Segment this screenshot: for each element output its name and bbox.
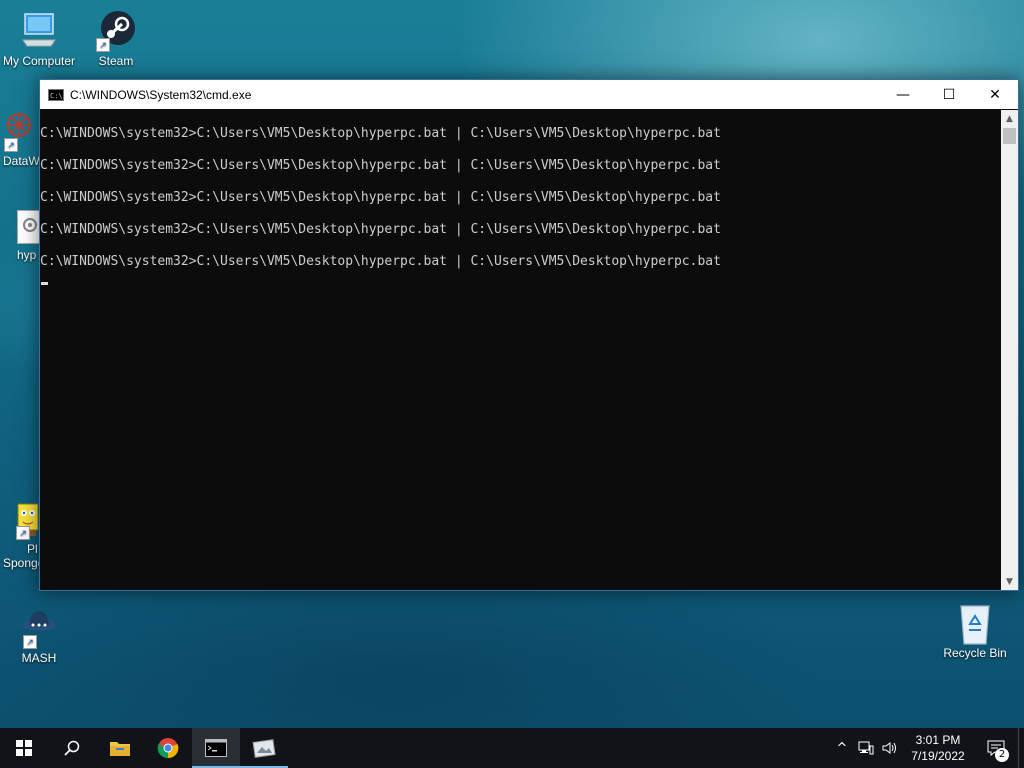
notification-badge: 2 bbox=[995, 748, 1009, 762]
shortcut-arrow-icon: ↗ bbox=[96, 38, 110, 52]
desktop-icon-label: DataW bbox=[3, 154, 40, 168]
desktop-icon-datawatch[interactable]: ↗ DataW bbox=[0, 110, 40, 168]
taskbar-chrome[interactable] bbox=[144, 728, 192, 768]
text-cursor bbox=[41, 282, 48, 285]
mash-hat-icon: ↗ bbox=[19, 607, 59, 649]
clock[interactable]: 3:01 PM 7/19/2022 bbox=[902, 732, 974, 764]
search-icon bbox=[64, 740, 80, 756]
search-button[interactable] bbox=[48, 728, 96, 768]
cmd-window[interactable]: C:\ C:\WINDOWS\System32\cmd.exe — ☐ ✕ C:… bbox=[39, 79, 1019, 591]
desktop-icon-spongebob[interactable]: ↗ Pl Sponge bbox=[0, 502, 45, 570]
taskbar-cmd[interactable] bbox=[192, 728, 240, 768]
cmd-icon bbox=[205, 739, 227, 757]
console-line: C:\WINDOWS\system32>C:\Users\VM5\Desktop… bbox=[40, 126, 721, 141]
chevron-up-icon[interactable]: ^ bbox=[830, 728, 854, 768]
shortcut-arrow-icon: ↗ bbox=[23, 635, 37, 649]
desktop-icon-steam[interactable]: ↗ Steam bbox=[78, 10, 154, 68]
window-title: C:\WINDOWS\System32\cmd.exe bbox=[70, 87, 252, 102]
recycle-bin-icon bbox=[955, 602, 995, 645]
shortcut-arrow-icon: ↗ bbox=[16, 526, 30, 540]
console-line: C:\WINDOWS\system32>C:\Users\VM5\Desktop… bbox=[40, 158, 721, 173]
system-tray: ^ 3:01 PM 7/19/2022 2 bbox=[830, 728, 1024, 768]
clock-date: 7/19/2022 bbox=[911, 749, 965, 763]
desktop-icon-label: Recycle Bin bbox=[943, 646, 1007, 660]
vertical-scrollbar[interactable]: ▲ ▼ bbox=[1001, 110, 1018, 590]
desktop-icon-label: Pl bbox=[27, 542, 38, 556]
desktop-icon-label: MASH bbox=[21, 651, 57, 665]
desktop-icon-label: Steam bbox=[98, 54, 134, 68]
minimize-button[interactable]: — bbox=[880, 80, 926, 109]
desktop-icon-mash[interactable]: ↗ MASH bbox=[1, 607, 77, 665]
scroll-thumb[interactable] bbox=[1003, 128, 1016, 144]
volume-icon[interactable] bbox=[878, 728, 902, 768]
maximize-button[interactable]: ☐ bbox=[926, 80, 972, 109]
maximize-icon: ☐ bbox=[942, 86, 956, 103]
cmd-app-icon: C:\ bbox=[48, 88, 64, 101]
console-line: C:\WINDOWS\system32>C:\Users\VM5\Desktop… bbox=[40, 222, 721, 237]
windows-logo-icon bbox=[16, 740, 32, 756]
show-desktop-button[interactable] bbox=[1018, 728, 1024, 768]
action-center-button[interactable]: 2 bbox=[974, 728, 1018, 768]
desktop-icon-label: hyp bbox=[17, 248, 37, 262]
taskbar-app[interactable] bbox=[240, 728, 288, 768]
datawatch-icon: ↗ bbox=[4, 110, 44, 152]
desktop-icon-hyperpc[interactable]: hyp bbox=[0, 210, 43, 262]
console-line: C:\WINDOWS\system32>C:\Users\VM5\Desktop… bbox=[40, 190, 721, 205]
network-icon[interactable] bbox=[854, 728, 878, 768]
taskbar: ^ 3:01 PM 7/19/2022 2 bbox=[0, 728, 1024, 768]
console-line: C:\WINDOWS\system32>C:\Users\VM5\Desktop… bbox=[40, 254, 721, 269]
steam-icon: ↗ bbox=[96, 10, 136, 52]
desktop-icon-recycle-bin[interactable]: Recycle Bin bbox=[937, 602, 1013, 660]
shortcut-arrow-icon: ↗ bbox=[4, 138, 18, 152]
desktop-icon-label: My Computer bbox=[2, 54, 76, 68]
close-icon: ✕ bbox=[989, 86, 1001, 103]
taskbar-file-explorer[interactable] bbox=[96, 728, 144, 768]
scroll-down-arrow-icon[interactable]: ▼ bbox=[1001, 573, 1018, 590]
chrome-icon bbox=[157, 738, 179, 759]
console-output[interactable]: C:\WINDOWS\system32>C:\Users\VM5\Desktop… bbox=[40, 110, 1000, 590]
image-viewer-icon bbox=[252, 739, 276, 758]
computer-icon bbox=[19, 10, 59, 50]
title-bar[interactable]: C:\ C:\WINDOWS\System32\cmd.exe — ☐ ✕ bbox=[40, 80, 1018, 109]
desktop-icon-my-computer[interactable]: My Computer bbox=[1, 10, 77, 68]
spongebob-icon: ↗ bbox=[16, 502, 40, 540]
folder-icon bbox=[110, 742, 130, 756]
clock-time: 3:01 PM bbox=[915, 733, 961, 747]
scroll-up-arrow-icon[interactable]: ▲ bbox=[1001, 110, 1018, 127]
desktop-icon-label: Sponge bbox=[3, 556, 45, 570]
start-button[interactable] bbox=[0, 728, 48, 768]
close-button[interactable]: ✕ bbox=[972, 80, 1018, 109]
minimize-icon: — bbox=[896, 86, 910, 103]
